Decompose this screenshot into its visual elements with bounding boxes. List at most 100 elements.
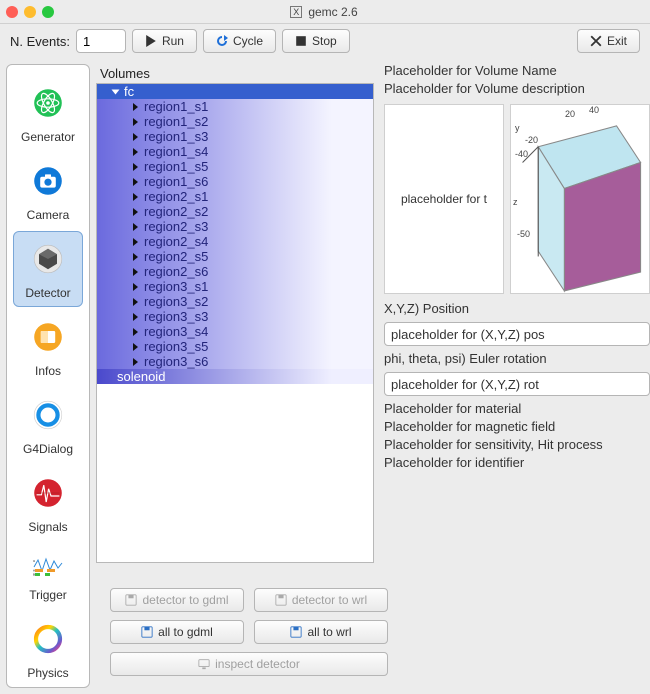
- tree-item-region[interactable]: region2_s5: [97, 249, 373, 264]
- all-to-wrl-label: all to wrl: [307, 625, 351, 639]
- axis-y-label: y: [515, 123, 520, 133]
- tree-item-label: region1_s6: [144, 174, 208, 189]
- run-button[interactable]: Run: [132, 29, 197, 53]
- tree-item-region[interactable]: region2_s6: [97, 264, 373, 279]
- preview-3d-panel: y z 20 40 -20 -40 -50: [510, 104, 650, 294]
- exit-button[interactable]: Exit: [577, 29, 640, 53]
- sidebar-item-generator[interactable]: Generator: [13, 75, 83, 151]
- tree-item-region[interactable]: region2_s2: [97, 204, 373, 219]
- disclosure-icon: [133, 358, 138, 366]
- axis-tick-m50: -50: [517, 229, 530, 239]
- window-zoom-button[interactable]: [42, 6, 54, 18]
- detector-icon: [23, 234, 73, 284]
- tree-item-label: region3_s4: [144, 324, 208, 339]
- detail-panel: Placeholder for Volume Name Placeholder …: [380, 58, 650, 694]
- detector-to-gdml-button[interactable]: detector to gdml: [110, 588, 244, 612]
- axis-tick-m20: -20: [525, 135, 538, 145]
- tree-item-region[interactable]: region3_s5: [97, 339, 373, 354]
- tree-item-region[interactable]: region2_s3: [97, 219, 373, 234]
- tree-item-label: region1_s4: [144, 144, 208, 159]
- nevents-label: N. Events:: [10, 34, 70, 49]
- tree-item-region[interactable]: region3_s6: [97, 354, 373, 369]
- sidebar-item-label: Camera: [27, 208, 70, 222]
- app-window: X gemc 2.6 N. Events: Run Cycle Stop Exi…: [0, 0, 650, 694]
- sidebar-item-infos[interactable]: Infos: [13, 309, 83, 385]
- tree-item-region[interactable]: region3_s4: [97, 324, 373, 339]
- disclosure-icon: [133, 298, 138, 306]
- sidebar-item-detector[interactable]: Detector: [13, 231, 83, 307]
- disclosure-icon: [133, 313, 138, 321]
- disclosure-icon: [133, 223, 138, 231]
- all-to-gdml-label: all to gdml: [158, 625, 213, 639]
- tree-item-label: solenoid: [117, 369, 165, 384]
- disclosure-icon: [112, 89, 120, 94]
- tree-item-label: region2_s5: [144, 249, 208, 264]
- disclosure-icon: [133, 328, 138, 336]
- tree-item-region[interactable]: region3_s2: [97, 294, 373, 309]
- tree-item-label: region3_s3: [144, 309, 208, 324]
- volumes-tree[interactable]: fcregion1_s1region1_s2region1_s3region1_…: [96, 83, 374, 563]
- tree-item-label: region1_s2: [144, 114, 208, 129]
- svg-text:A: A: [33, 569, 35, 573]
- disclosure-icon: [133, 268, 138, 276]
- tree-item-region[interactable]: region1_s2: [97, 114, 373, 129]
- play-icon: [145, 35, 157, 47]
- disclosure-icon: [133, 283, 138, 291]
- preview-text-panel-label: placeholder for t: [401, 192, 487, 206]
- detector-to-wrl-button[interactable]: detector to wrl: [254, 588, 388, 612]
- tree-item-region[interactable]: region1_s6: [97, 174, 373, 189]
- tree-item-region[interactable]: region1_s3: [97, 129, 373, 144]
- identifier-text: Placeholder for identifier: [384, 454, 650, 472]
- sidebar-item-trigger[interactable]: AB U Trigger: [13, 543, 83, 609]
- disclosure-icon: [133, 238, 138, 246]
- sidebar-item-g4dialog[interactable]: G4Dialog: [13, 387, 83, 463]
- window-controls: [6, 6, 54, 18]
- physics-icon: [23, 614, 73, 664]
- window-close-button[interactable]: [6, 6, 18, 18]
- tree-item-label: region2_s3: [144, 219, 208, 234]
- disclosure-icon: [133, 148, 138, 156]
- tree-item-region[interactable]: region1_s4: [97, 144, 373, 159]
- disclosure-icon: [133, 133, 138, 141]
- sidebar-item-label: Trigger: [29, 588, 67, 602]
- sidebar: Generator Camera DetectorInfosG4DialogSign…: [6, 64, 90, 688]
- tree-item-region[interactable]: region2_s1: [97, 189, 373, 204]
- tree-item-region[interactable]: region3_s1: [97, 279, 373, 294]
- all-to-wrl-button[interactable]: all to wrl: [254, 620, 388, 644]
- all-to-gdml-button[interactable]: all to gdml: [110, 620, 244, 644]
- window-minimize-button[interactable]: [24, 6, 36, 18]
- axis-tick-m40: -40: [515, 149, 528, 159]
- rotation-label: phi, theta, psi) Euler rotation: [384, 350, 650, 368]
- monitor-icon: [198, 658, 210, 670]
- volume-desc-text: Placeholder for Volume description: [384, 80, 650, 98]
- tree-item-label: region3_s1: [144, 279, 208, 294]
- axis-tick-40: 40: [589, 105, 599, 115]
- nevents-input[interactable]: [76, 29, 126, 53]
- rotation-field[interactable]: placeholder for (X,Y,Z) rot: [384, 372, 650, 396]
- sidebar-item-physics[interactable]: Physics: [13, 611, 83, 687]
- save-icon: [141, 626, 153, 638]
- tree-item-fc[interactable]: fc: [97, 84, 373, 99]
- cycle-button[interactable]: Cycle: [203, 29, 276, 53]
- stop-button[interactable]: Stop: [282, 29, 350, 53]
- tree-item-label: region3_s6: [144, 354, 208, 369]
- sidebar-item-signals[interactable]: Signals: [13, 465, 83, 541]
- detector-to-wrl-label: detector to wrl: [292, 593, 367, 607]
- stop-button-label: Stop: [312, 34, 337, 48]
- svg-text:U: U: [33, 559, 35, 563]
- export-buttons: detector to gdml detector to wrl all to …: [110, 588, 388, 676]
- sidebar-item-label: Generator: [21, 130, 75, 144]
- tree-item-region[interactable]: region1_s1: [97, 99, 373, 114]
- position-field[interactable]: placeholder for (X,Y,Z) pos: [384, 322, 650, 346]
- exit-button-label: Exit: [607, 34, 627, 48]
- tree-item-solenoid[interactable]: solenoid: [97, 369, 373, 384]
- tree-item-label: region2_s1: [144, 189, 208, 204]
- tree-item-region[interactable]: region2_s4: [97, 234, 373, 249]
- signals-icon: [23, 468, 73, 518]
- tree-item-region[interactable]: region3_s3: [97, 309, 373, 324]
- svg-text:B: B: [33, 573, 35, 577]
- sidebar-item-camera[interactable]: Camera: [13, 153, 83, 229]
- inspect-detector-button[interactable]: inspect detector: [110, 652, 388, 676]
- tree-item-label: region1_s3: [144, 129, 208, 144]
- tree-item-region[interactable]: region1_s5: [97, 159, 373, 174]
